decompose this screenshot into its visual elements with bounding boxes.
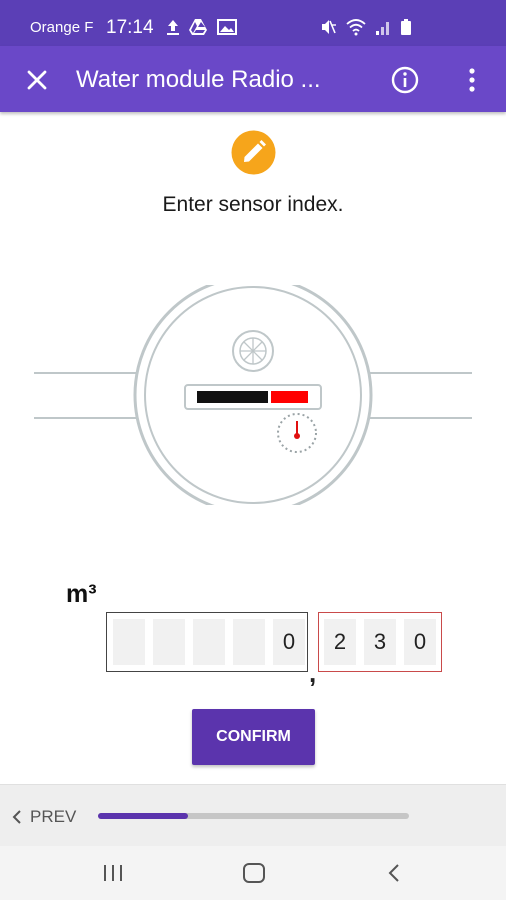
recent-apps-icon[interactable] [101,863,125,883]
water-meter-icon [34,285,472,505]
instruction-text: Enter sensor index. [162,193,344,216]
wifi-icon [346,19,366,36]
index-decimal-digit[interactable]: 3 [364,619,396,665]
gallery-icon [217,19,237,35]
clock: 17:14 [106,17,154,38]
signal-icon [376,22,389,35]
info-icon[interactable] [390,65,420,95]
confirm-button[interactable]: CONFIRM [192,709,315,765]
index-digit[interactable]: 0 [273,619,305,665]
chevron-left-icon [12,810,21,824]
drive-icon [189,19,207,35]
back-icon[interactable] [386,862,402,884]
home-icon[interactable] [242,862,266,884]
system-nav-bar [0,846,506,900]
page-title: Water module Radio ... [76,66,321,93]
prev-button[interactable]: PREV [12,807,76,827]
system-icons [319,18,412,36]
notification-icons [166,18,238,36]
upload-icon [167,20,179,35]
index-decimal-digit[interactable]: 0 [404,619,436,665]
prev-label: PREV [30,807,77,826]
decimal-separator: , [309,658,317,688]
index-digit[interactable] [113,619,145,665]
app-bar: Water module Radio ... [0,46,506,112]
unit-label: m³ [66,580,97,608]
progress-bar [98,813,409,819]
battery-icon [401,19,411,35]
index-integer-field[interactable]: 0 [106,612,308,672]
status-bar: Orange F 17:14 [0,0,506,46]
more-vert-icon[interactable] [462,67,482,93]
progress-fill [98,813,189,819]
index-digit[interactable] [193,619,225,665]
index-decimal-field[interactable]: 2 3 0 [318,612,442,672]
close-icon[interactable] [24,67,50,93]
wizard-footer: PREV [0,784,506,847]
carrier-label: Orange F [30,19,94,36]
mute-icon [322,20,336,34]
index-decimal-digit[interactable]: 2 [324,619,356,665]
index-digit[interactable] [233,619,265,665]
pencil-icon [231,130,276,175]
index-digit[interactable] [153,619,185,665]
